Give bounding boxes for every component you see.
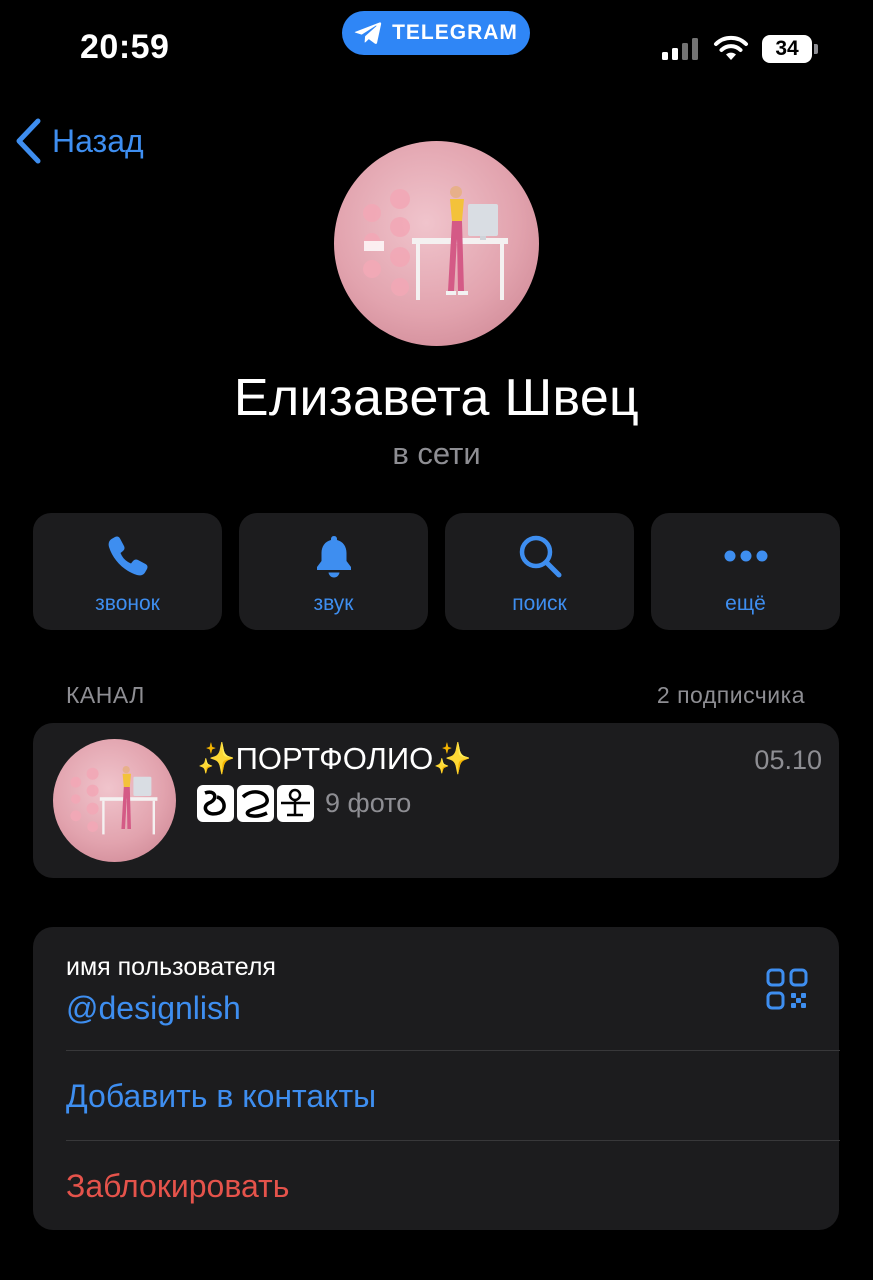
subscriber-count: 2 подписчика bbox=[656, 682, 805, 708]
battery-level: 34 bbox=[775, 37, 799, 60]
channel-avatar bbox=[53, 739, 176, 862]
more-button-label: ещё bbox=[725, 592, 766, 615]
search-icon bbox=[519, 535, 561, 578]
add-contact-button[interactable]: Добавить в контакты bbox=[66, 1078, 376, 1115]
photo-thumbnail bbox=[277, 785, 314, 822]
divider bbox=[66, 1140, 840, 1141]
battery-cap bbox=[814, 44, 818, 54]
back-button[interactable]: Назад bbox=[14, 118, 144, 164]
wifi-icon bbox=[714, 35, 748, 60]
username-link[interactable]: @designlish bbox=[66, 990, 241, 1027]
status-time: 20:59 bbox=[80, 28, 170, 66]
block-button[interactable]: Заблокировать bbox=[66, 1168, 289, 1205]
channel-title: ✨ПОРТФОЛИО✨ bbox=[197, 741, 472, 776]
profile-status: в сети bbox=[392, 436, 481, 471]
telegram-pill-label: TELEGRAM bbox=[392, 21, 518, 44]
call-button[interactable]: звонок bbox=[33, 513, 222, 630]
telegram-icon bbox=[354, 22, 382, 44]
qr-code-icon[interactable] bbox=[766, 968, 808, 1010]
channel-subtitle: 9 фото bbox=[325, 788, 412, 818]
profile-name: Елизавета Швец bbox=[233, 369, 640, 427]
more-button[interactable]: ещё bbox=[651, 513, 840, 630]
call-button-label: звонок bbox=[95, 592, 160, 615]
photo-thumbnail bbox=[237, 785, 274, 822]
search-button-label: поиск bbox=[512, 592, 567, 615]
username-label: имя пользователя bbox=[66, 953, 276, 981]
cellular-signal-icon bbox=[662, 38, 698, 60]
back-label: Назад bbox=[52, 122, 144, 159]
channel-date: 05.10 bbox=[754, 745, 822, 775]
telegram-pill[interactable]: TELEGRAM bbox=[342, 11, 530, 55]
chevron-left-icon bbox=[16, 118, 41, 164]
channel-section-header: КАНАЛ bbox=[66, 682, 145, 708]
battery-indicator: 34 bbox=[762, 35, 812, 63]
divider bbox=[66, 1050, 840, 1051]
avatar-illustration bbox=[363, 186, 508, 300]
bell-icon bbox=[316, 536, 351, 578]
sound-button[interactable]: звук bbox=[239, 513, 428, 630]
photo-thumbnail bbox=[197, 785, 234, 822]
channel-avatar-illustration bbox=[70, 766, 158, 835]
phone-icon bbox=[108, 536, 147, 576]
search-button[interactable]: поиск bbox=[445, 513, 634, 630]
profile-avatar[interactable] bbox=[334, 141, 539, 346]
sound-button-label: звук bbox=[313, 592, 354, 615]
more-icon bbox=[724, 550, 767, 562]
